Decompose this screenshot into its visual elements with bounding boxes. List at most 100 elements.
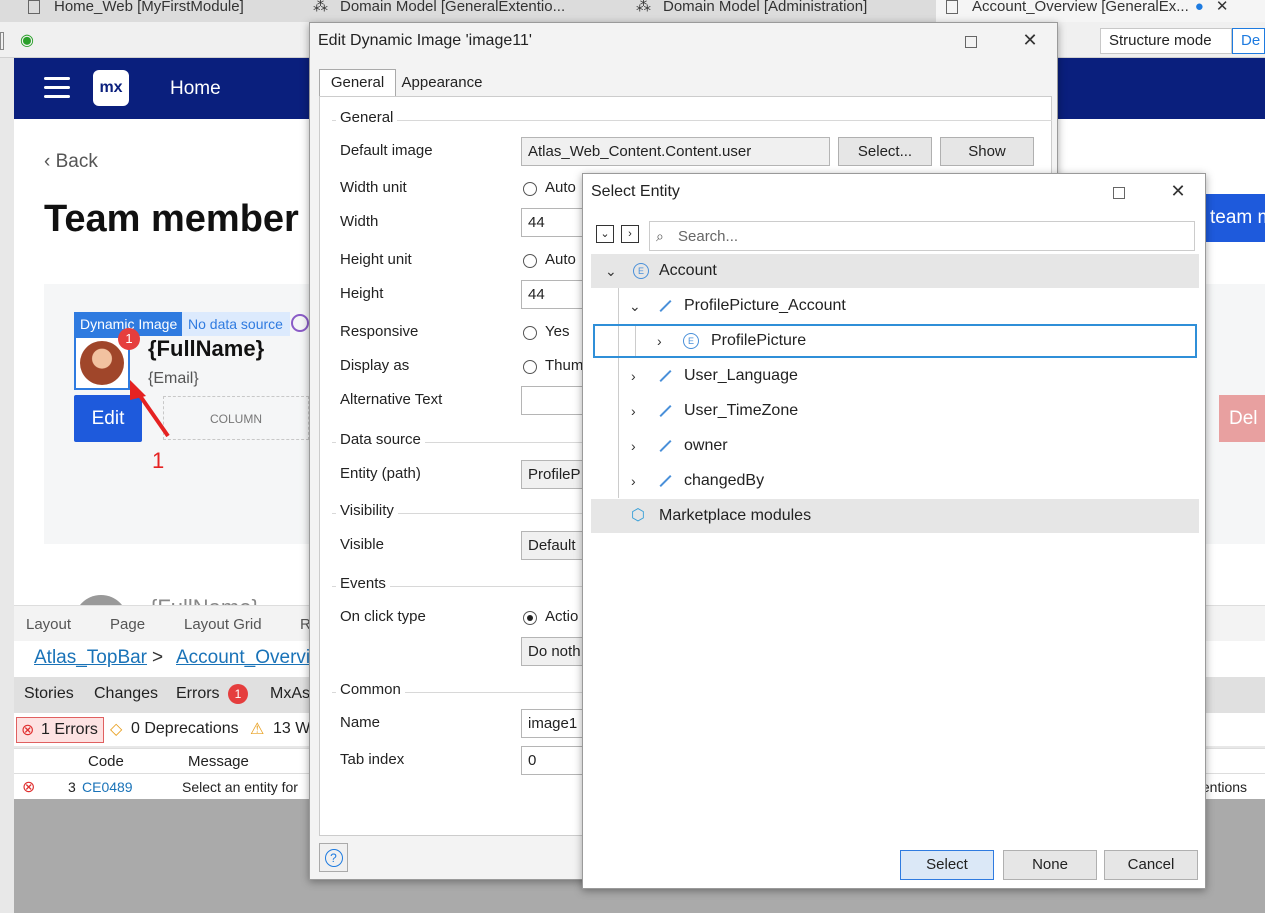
name-label: Name <box>340 714 381 731</box>
show-image-button[interactable]: Show <box>940 137 1034 166</box>
column-code[interactable]: Code <box>88 753 124 770</box>
entity-icon: E <box>633 254 649 288</box>
tree-item-account[interactable]: ⌄ E Account <box>591 254 1199 288</box>
tab-errors[interactable]: Errors <box>176 685 220 703</box>
tab-stories[interactable]: Stories <box>24 685 74 703</box>
alt-text-input[interactable] <box>521 386 591 415</box>
on-click-action-label: Actio <box>545 608 579 625</box>
chevron-right-icon[interactable]: › <box>631 394 636 428</box>
error-icon: ⊗ <box>21 722 35 739</box>
path-link-account-overview[interactable]: Account_Overvie <box>176 647 321 669</box>
height-input[interactable]: 44 <box>521 280 591 309</box>
tab-appearance[interactable]: Appearance <box>396 71 488 97</box>
width-label: Width <box>340 213 379 230</box>
maximize-icon[interactable] <box>965 36 977 48</box>
error-icon: ⊗ <box>22 779 36 796</box>
select-image-button[interactable]: Select... <box>838 137 932 166</box>
on-click-label: On click type <box>340 608 426 625</box>
tree-item-user-timezone[interactable]: › User_TimeZone <box>591 394 1199 428</box>
breadcrumb-page[interactable]: Page <box>110 616 145 633</box>
display-as-thumbnail-radio[interactable] <box>523 360 537 374</box>
tree-item-changedby[interactable]: › changedBy <box>591 464 1199 498</box>
chevron-right-icon[interactable]: › <box>631 464 636 498</box>
tree-item-marketplace-modules[interactable]: ⬡ Marketplace modules <box>591 499 1199 533</box>
section-events: Events <box>336 575 390 592</box>
width-unit-auto-label: Auto <box>545 179 576 196</box>
close-icon[interactable]: ✕ <box>1020 31 1040 51</box>
breadcrumb-layout[interactable]: Layout <box>26 616 71 633</box>
tab-index-input[interactable]: 0 <box>521 746 591 775</box>
section-general: General <box>336 109 398 126</box>
height-unit-auto-label: Auto <box>545 251 576 268</box>
error-code-link[interactable]: CE0489 <box>82 779 133 795</box>
on-click-select[interactable]: Do noth <box>521 637 591 666</box>
errors-count-badge: 1 <box>228 684 248 704</box>
select-button[interactable]: Select <box>900 850 994 880</box>
visible-label: Visible <box>340 536 384 553</box>
height-label: Height <box>340 285 384 302</box>
display-as-thumbnail-label: Thum <box>545 357 584 374</box>
tab-index-label: Tab index <box>340 751 405 768</box>
section-data-source: Data source <box>336 431 425 448</box>
path-separator: > <box>152 647 164 668</box>
cancel-button[interactable]: Cancel <box>1104 850 1198 880</box>
responsive-label: Responsive <box>340 323 419 340</box>
none-button[interactable]: None <box>1003 850 1097 880</box>
responsive-yes-radio[interactable] <box>523 326 537 340</box>
tree-item-profilepicture-account[interactable]: ⌄ ProfilePicture_Account <box>591 289 1199 323</box>
section-common: Common <box>336 681 405 698</box>
tab-mxassist[interactable]: MxAs <box>270 685 310 703</box>
chevron-down-icon[interactable]: ⌄ <box>605 254 617 288</box>
width-unit-label: Width unit <box>340 179 407 196</box>
error-message: Select an entity for <box>182 779 298 795</box>
help-button[interactable]: ? <box>319 843 348 872</box>
help-icon: ? <box>324 849 343 868</box>
warning-icon: ⚠ <box>250 721 265 738</box>
association-icon <box>657 464 673 498</box>
association-icon <box>657 359 673 393</box>
search-input[interactable]: ⌕ Search... <box>649 221 1195 251</box>
deprecations-filter-button[interactable]: 0 Deprecations <box>131 720 239 738</box>
entity-tree: ⌄ E Account ⌄ ProfilePicture_Account › E… <box>591 254 1199 894</box>
search-placeholder: Search... <box>678 228 739 245</box>
tree-item-owner[interactable]: › owner <box>591 429 1199 463</box>
default-image-field[interactable]: Atlas_Web_Content.Content.user <box>521 137 830 166</box>
width-unit-auto-radio[interactable] <box>523 182 537 196</box>
maximize-icon[interactable] <box>1113 187 1125 199</box>
path-link-atlas-topbar[interactable]: Atlas_TopBar <box>34 647 147 669</box>
close-icon[interactable]: ✕ <box>1168 182 1188 202</box>
tree-item-user-language[interactable]: › User_Language <box>591 359 1199 393</box>
dialog-title: Edit Dynamic Image 'image11' <box>318 32 532 49</box>
association-icon <box>657 429 673 463</box>
warnings-filter-button[interactable]: 13 W <box>273 720 310 738</box>
chevron-right-icon[interactable]: › <box>657 326 662 356</box>
width-input[interactable]: 44 <box>521 208 591 237</box>
breadcrumb-layout-grid[interactable]: Layout Grid <box>184 616 262 633</box>
chevron-right-icon[interactable]: › <box>631 429 636 463</box>
chevron-right-icon[interactable]: › <box>631 359 636 393</box>
tab-changes[interactable]: Changes <box>94 685 158 703</box>
tree-item-profilepicture[interactable]: › E ProfilePicture <box>593 324 1197 358</box>
annotation-label-1: 1 <box>152 448 165 473</box>
height-unit-auto-radio[interactable] <box>523 254 537 268</box>
visible-select[interactable]: Default <box>521 531 591 560</box>
column-message[interactable]: Message <box>188 753 249 770</box>
on-click-action-radio[interactable] <box>523 611 537 625</box>
arrow-1 <box>130 380 170 438</box>
display-as-label: Display as <box>340 357 410 374</box>
collapse-all-icon[interactable]: ⌄ <box>596 225 614 243</box>
errors-filter-button[interactable]: ⊗ 1 Errors <box>16 717 104 743</box>
entity-path-field[interactable]: ProfileP <box>521 460 591 489</box>
association-icon <box>657 394 673 428</box>
dialog-title: Select Entity <box>591 183 680 200</box>
association-icon <box>657 289 673 323</box>
package-icon: ⬡ <box>631 507 645 524</box>
name-input[interactable]: image1 <box>521 709 591 738</box>
entity-icon: E <box>683 326 699 356</box>
section-visibility: Visibility <box>336 502 398 519</box>
row-number: 3 <box>68 779 76 795</box>
entity-path-label: Entity (path) <box>340 465 421 482</box>
chevron-down-icon[interactable]: ⌄ <box>629 289 641 323</box>
expand-all-icon[interactable]: › <box>621 225 639 243</box>
tab-general[interactable]: General <box>319 69 396 97</box>
